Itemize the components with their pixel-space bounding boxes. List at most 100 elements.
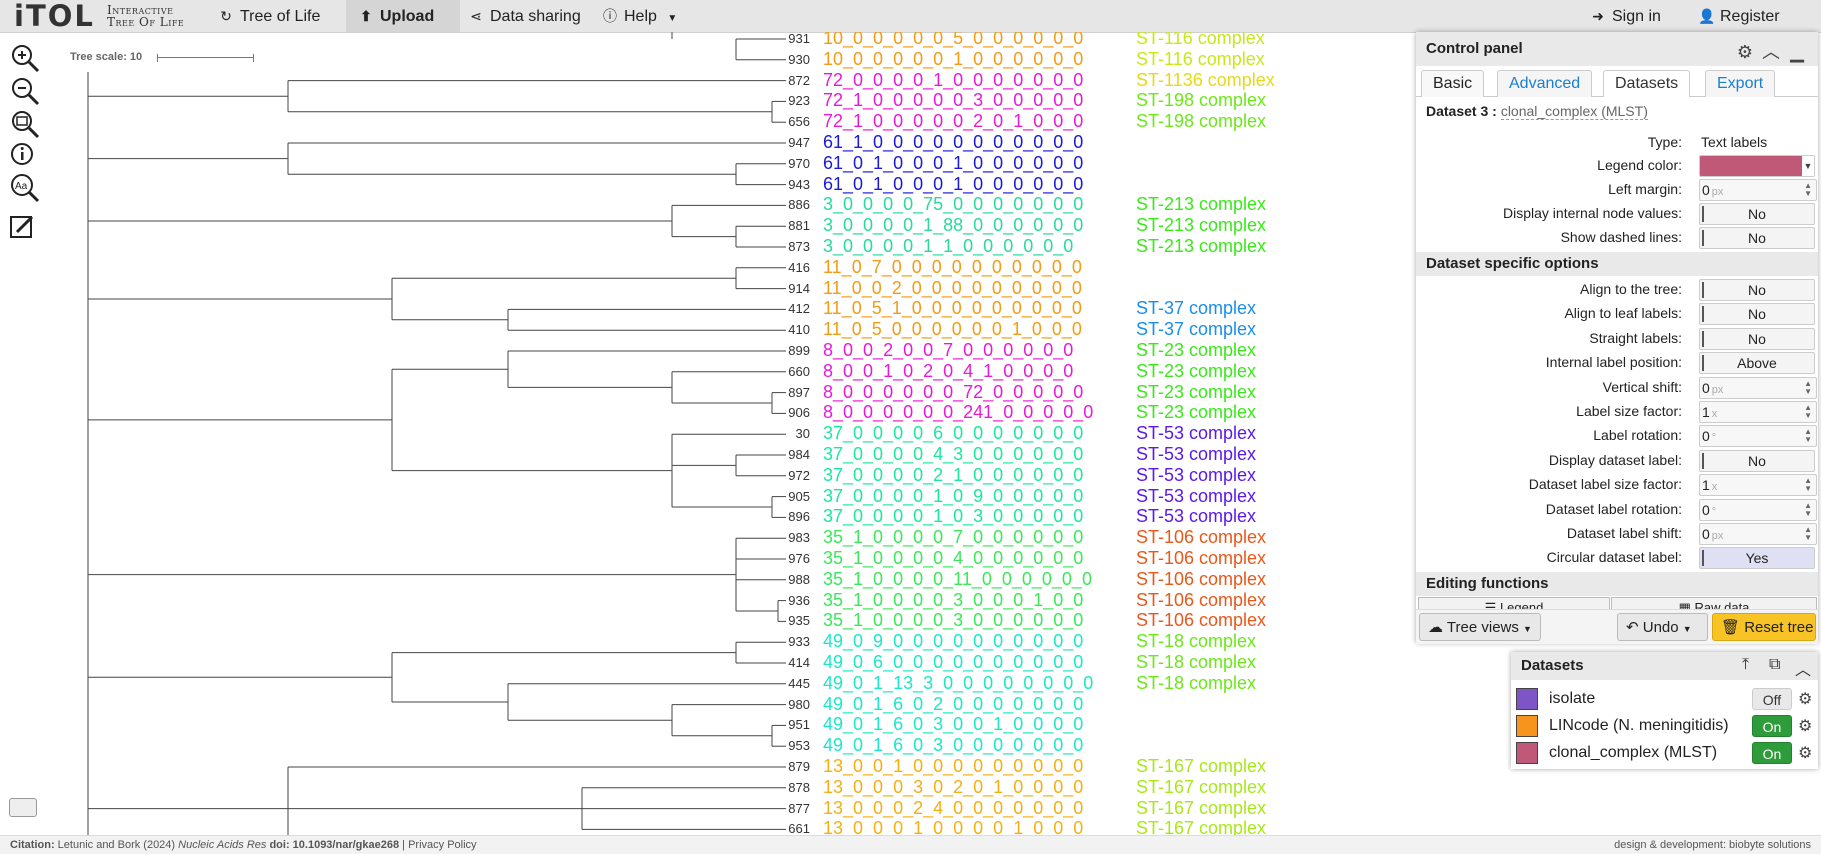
legend-button[interactable]: ☰ Legend bbox=[1418, 597, 1610, 609]
label-rotation-input[interactable]: 0 ° ▲ ▼ bbox=[1699, 425, 1817, 447]
vertical-shift-input[interactable]: 0 px ▲ ▼ bbox=[1699, 377, 1817, 399]
dataset-label-rotation-input[interactable]: 0 ° ▲ ▼ bbox=[1699, 499, 1817, 521]
circular-dataset-label-toggle[interactable]: Yes bbox=[1699, 547, 1815, 569]
leaf-label[interactable]: 984 bbox=[770, 447, 810, 462]
leaf-label[interactable]: 931 bbox=[770, 32, 810, 46]
tab-advanced[interactable]: Advanced bbox=[1497, 70, 1593, 97]
leaf-label[interactable]: 661 bbox=[770, 821, 810, 835]
tree-views-button[interactable]: ☁ Tree views ▼ bbox=[1419, 613, 1541, 641]
leaf-label[interactable]: 899 bbox=[770, 343, 810, 358]
dataset-item-name[interactable]: clonal_complex (MLST) bbox=[1549, 744, 1734, 762]
leaf-label[interactable]: 947 bbox=[770, 135, 810, 150]
reset-tree-button[interactable]: 🗑 Reset tree bbox=[1712, 613, 1816, 641]
leaf-label[interactable]: 896 bbox=[770, 509, 810, 524]
leaf-label[interactable]: 936 bbox=[770, 593, 810, 608]
leaf-label[interactable]: 872 bbox=[770, 73, 810, 88]
leaf-label[interactable]: 906 bbox=[770, 405, 810, 420]
leaf-label[interactable]: 980 bbox=[770, 697, 810, 712]
dashed-lines-toggle[interactable]: No bbox=[1699, 227, 1815, 249]
dataset-toggle[interactable]: On bbox=[1752, 715, 1792, 737]
leaf-label[interactable]: 988 bbox=[770, 572, 810, 587]
leaf-label[interactable]: 878 bbox=[770, 780, 810, 795]
tab-export[interactable]: Export bbox=[1705, 70, 1776, 97]
leaf-label[interactable]: 935 bbox=[770, 613, 810, 628]
gear-icon[interactable]: ⚙ bbox=[1798, 716, 1812, 736]
nav-help[interactable]: ⓘ Help ▼ bbox=[592, 0, 687, 32]
zoom-in-icon[interactable] bbox=[8, 42, 42, 74]
leaf-label[interactable]: 923 bbox=[770, 93, 810, 108]
raw-data-button[interactable]: ▦ Raw data bbox=[1611, 597, 1817, 609]
info-icon[interactable] bbox=[8, 141, 42, 173]
leaf-label[interactable]: 412 bbox=[770, 301, 810, 316]
privacy-policy-link[interactable]: Privacy Policy bbox=[408, 839, 476, 851]
tab-datasets[interactable]: Datasets bbox=[1603, 70, 1691, 97]
itol-logo[interactable]: iTOL Interactive Tree Of Life bbox=[14, 2, 184, 31]
leaf-label[interactable]: 414 bbox=[770, 655, 810, 670]
leaf-label[interactable]: 886 bbox=[770, 197, 810, 212]
straight-labels-toggle[interactable]: No bbox=[1699, 328, 1815, 350]
spinner-icon[interactable]: ▲ ▼ bbox=[1804, 380, 1812, 396]
dataset-item[interactable]: isolate Off ⚙ bbox=[1516, 687, 1816, 713]
layers-add-icon[interactable]: ⧉ bbox=[1769, 656, 1780, 674]
dataset-item[interactable]: LINcode (N. meningitidis) On ⚙ bbox=[1516, 714, 1816, 740]
dataset-toggle[interactable]: On bbox=[1752, 742, 1792, 764]
leaf-label[interactable]: 933 bbox=[770, 634, 810, 649]
doi-link[interactable]: doi: 10.1093/nar/gkae268 bbox=[269, 839, 399, 851]
leaf-label[interactable]: 970 bbox=[770, 156, 810, 171]
label-size-factor-input[interactable]: 1 x ▲ ▼ bbox=[1699, 401, 1817, 423]
nav-tree-of-life[interactable]: ↻ Tree of Life bbox=[208, 0, 330, 32]
control-panel-header[interactable]: Control panel ⚙ ︿ ▁ bbox=[1416, 32, 1818, 66]
leaf-label[interactable]: 914 bbox=[770, 281, 810, 296]
leaf-label[interactable]: 983 bbox=[770, 530, 810, 545]
spinner-icon[interactable]: ▲ ▼ bbox=[1804, 404, 1812, 420]
datasets-panel-header[interactable]: Datasets ⤒ ⧉ ︿ bbox=[1511, 652, 1818, 680]
leaf-label[interactable]: 943 bbox=[770, 177, 810, 192]
gear-icon[interactable]: ⚙ bbox=[1798, 743, 1812, 763]
spinner-icon[interactable]: ▲ ▼ bbox=[1804, 502, 1812, 518]
spinner-icon[interactable]: ▲ ▼ bbox=[1804, 182, 1812, 198]
spinner-icon[interactable]: ▲ ▼ bbox=[1804, 428, 1812, 444]
align-leaf-toggle[interactable]: No bbox=[1699, 303, 1815, 325]
leaf-label[interactable]: 930 bbox=[770, 52, 810, 67]
leaf-label[interactable]: 873 bbox=[770, 239, 810, 254]
align-tree-toggle[interactable]: No bbox=[1699, 279, 1815, 301]
leaf-label[interactable]: 976 bbox=[770, 551, 810, 566]
nav-upload[interactable]: ⬆ Upload bbox=[346, 0, 460, 32]
nav-data-sharing[interactable]: ⋖ Data sharing bbox=[458, 0, 591, 32]
leaf-label[interactable]: 410 bbox=[770, 322, 810, 337]
internal-label-position-toggle[interactable]: Above bbox=[1699, 352, 1815, 374]
leaf-label[interactable]: 972 bbox=[770, 468, 810, 483]
legend-color-picker[interactable]: ▼ bbox=[1699, 155, 1815, 177]
tab-basic[interactable]: Basic bbox=[1421, 70, 1485, 97]
leaf-label[interactable]: 30 bbox=[770, 426, 810, 441]
font-zoom-icon[interactable]: Aa bbox=[8, 172, 42, 204]
dataset-name[interactable]: clonal_complex (MLST) bbox=[1500, 103, 1648, 120]
minimize-icon[interactable]: ▁ bbox=[1784, 42, 1810, 63]
chevron-up-icon[interactable]: ︿ bbox=[1758, 38, 1784, 64]
internal-node-toggle[interactable]: No bbox=[1699, 203, 1815, 225]
leaf-label[interactable]: 879 bbox=[770, 759, 810, 774]
leaf-label[interactable]: 953 bbox=[770, 738, 810, 753]
leaf-label[interactable]: 897 bbox=[770, 385, 810, 400]
leaf-label[interactable]: 445 bbox=[770, 676, 810, 691]
dataset-toggle[interactable]: Off bbox=[1752, 688, 1792, 710]
spinner-icon[interactable]: ▲ ▼ bbox=[1804, 526, 1812, 542]
edit-icon[interactable] bbox=[8, 212, 42, 244]
nav-sign-in[interactable]: ➜ Sign in bbox=[1590, 0, 1661, 32]
leaf-label[interactable]: 416 bbox=[770, 260, 810, 275]
leaf-label[interactable]: 881 bbox=[770, 218, 810, 233]
leaf-label[interactable]: 660 bbox=[770, 364, 810, 379]
upload-icon[interactable]: ⤒ bbox=[1742, 656, 1749, 674]
keyboard-icon[interactable] bbox=[9, 798, 37, 817]
nav-register[interactable]: 👤 Register bbox=[1698, 0, 1780, 32]
zoom-out-icon[interactable] bbox=[8, 75, 42, 107]
leaf-label[interactable]: 905 bbox=[770, 489, 810, 504]
dataset-label-shift-input[interactable]: 0 px ▲ ▼ bbox=[1699, 523, 1817, 545]
left-margin-input[interactable]: 0 px ▲ ▼ bbox=[1699, 179, 1817, 201]
leaf-label[interactable]: 951 bbox=[770, 717, 810, 732]
display-dataset-label-toggle[interactable]: No bbox=[1699, 450, 1815, 472]
spinner-icon[interactable]: ▲ ▼ bbox=[1804, 477, 1812, 493]
leaf-label[interactable]: 877 bbox=[770, 801, 810, 816]
dataset-item[interactable]: clonal_complex (MLST) On ⚙ bbox=[1516, 741, 1816, 767]
gear-icon[interactable]: ⚙ bbox=[1798, 689, 1812, 709]
